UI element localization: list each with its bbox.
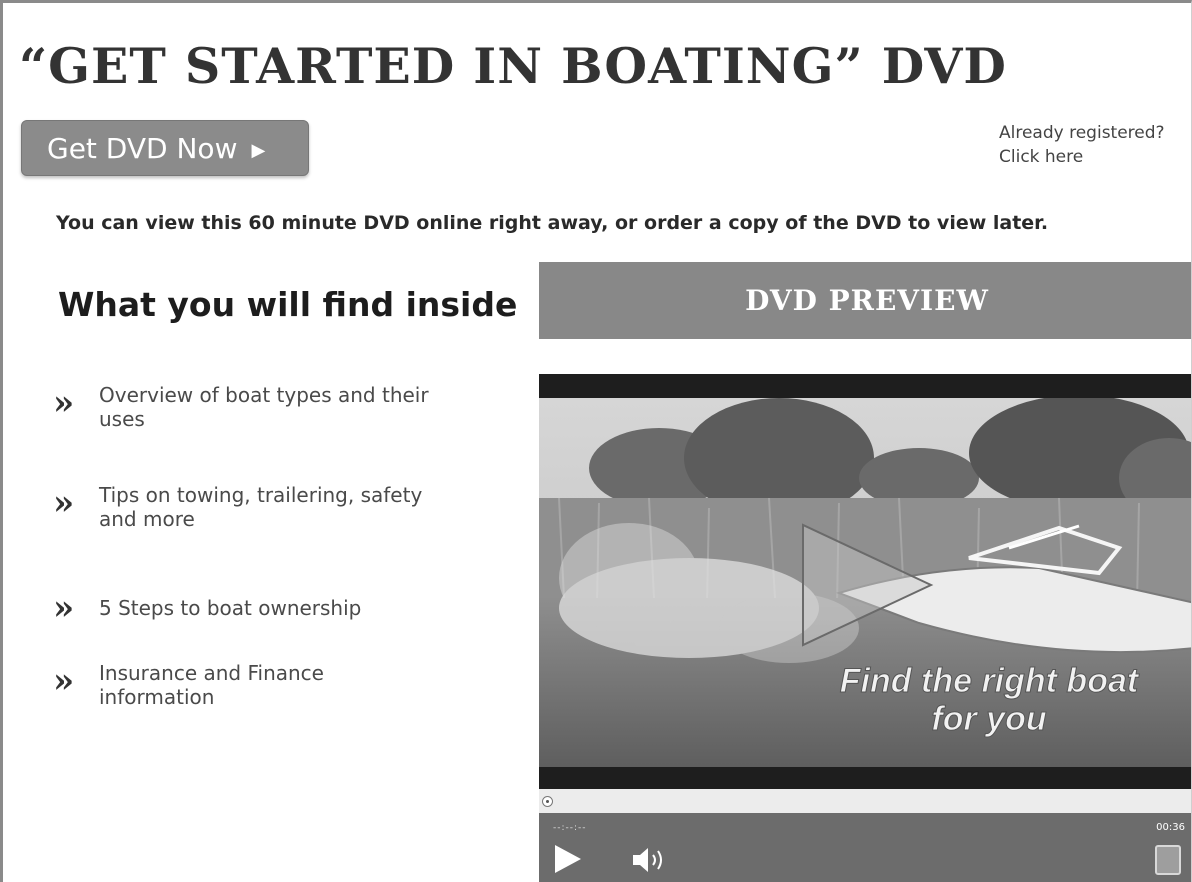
get-dvd-now-label: Get DVD Now (47, 131, 238, 165)
feature-text-line: uses (99, 407, 145, 431)
features-heading: What you will find inside (58, 285, 518, 324)
feature-text-line: Insurance and Finance (99, 661, 324, 685)
volume-icon[interactable] (631, 846, 669, 874)
dvd-preview-label: DVD PREVIEW (745, 284, 989, 317)
page-frame: “GET STARTED IN BOATING” DVD Get DVD Now… (0, 0, 1192, 882)
get-dvd-now-button[interactable]: Get DVD Now ▶ (21, 120, 309, 176)
list-item: » Tips on towing, trailering, safety and… (53, 483, 499, 531)
play-arrow-icon: ▶ (251, 139, 266, 161)
feature-text-line: 5 Steps to boat ownership (99, 596, 362, 620)
play-icon[interactable] (553, 843, 583, 875)
feature-text-line: information (99, 685, 215, 709)
feature-text-line: and more (99, 507, 195, 531)
page-title: “GET STARTED IN BOATING” DVD (19, 37, 1007, 95)
already-registered-link[interactable]: Already registered? Click here (999, 121, 1165, 169)
double-chevron-icon: » (53, 661, 75, 701)
scrub-row (539, 789, 1191, 813)
fullscreen-icon[interactable] (1155, 845, 1181, 875)
player-controls: --:--:-- 00:36 (539, 813, 1191, 882)
video-still: Find the right boat for you (539, 398, 1191, 772)
video-player: Find the right boat for you --:--:-- 00:… (539, 374, 1191, 882)
caption-line: Find the right boat (840, 662, 1140, 700)
scrubber-handle[interactable] (542, 796, 553, 807)
feature-text-line: Overview of boat types and their (99, 383, 429, 407)
list-item: » 5 Steps to boat ownership (53, 588, 499, 631)
letterbox-top (539, 374, 1191, 398)
double-chevron-icon: » (53, 383, 75, 423)
video-frame[interactable]: Find the right boat for you (539, 398, 1191, 772)
feature-text-line: Tips on towing, trailering, safety (99, 483, 423, 507)
elapsed-time: --:--:-- (553, 823, 587, 833)
double-chevron-icon: » (53, 483, 75, 523)
caption-line: for you (931, 700, 1046, 738)
dvd-preview-header: DVD PREVIEW (539, 262, 1191, 339)
total-time: 00:36 (1156, 822, 1185, 833)
already-registered-text: Already registered? (999, 123, 1165, 143)
click-here-link[interactable]: Click here (999, 145, 1165, 169)
intro-text: You can view this 60 minute DVD online r… (56, 212, 1049, 234)
letterbox-bottom (539, 767, 1191, 789)
list-item: » Insurance and Finance information (53, 661, 499, 709)
list-item: » Overview of boat types and their uses (53, 383, 499, 431)
double-chevron-icon: » (53, 588, 75, 628)
